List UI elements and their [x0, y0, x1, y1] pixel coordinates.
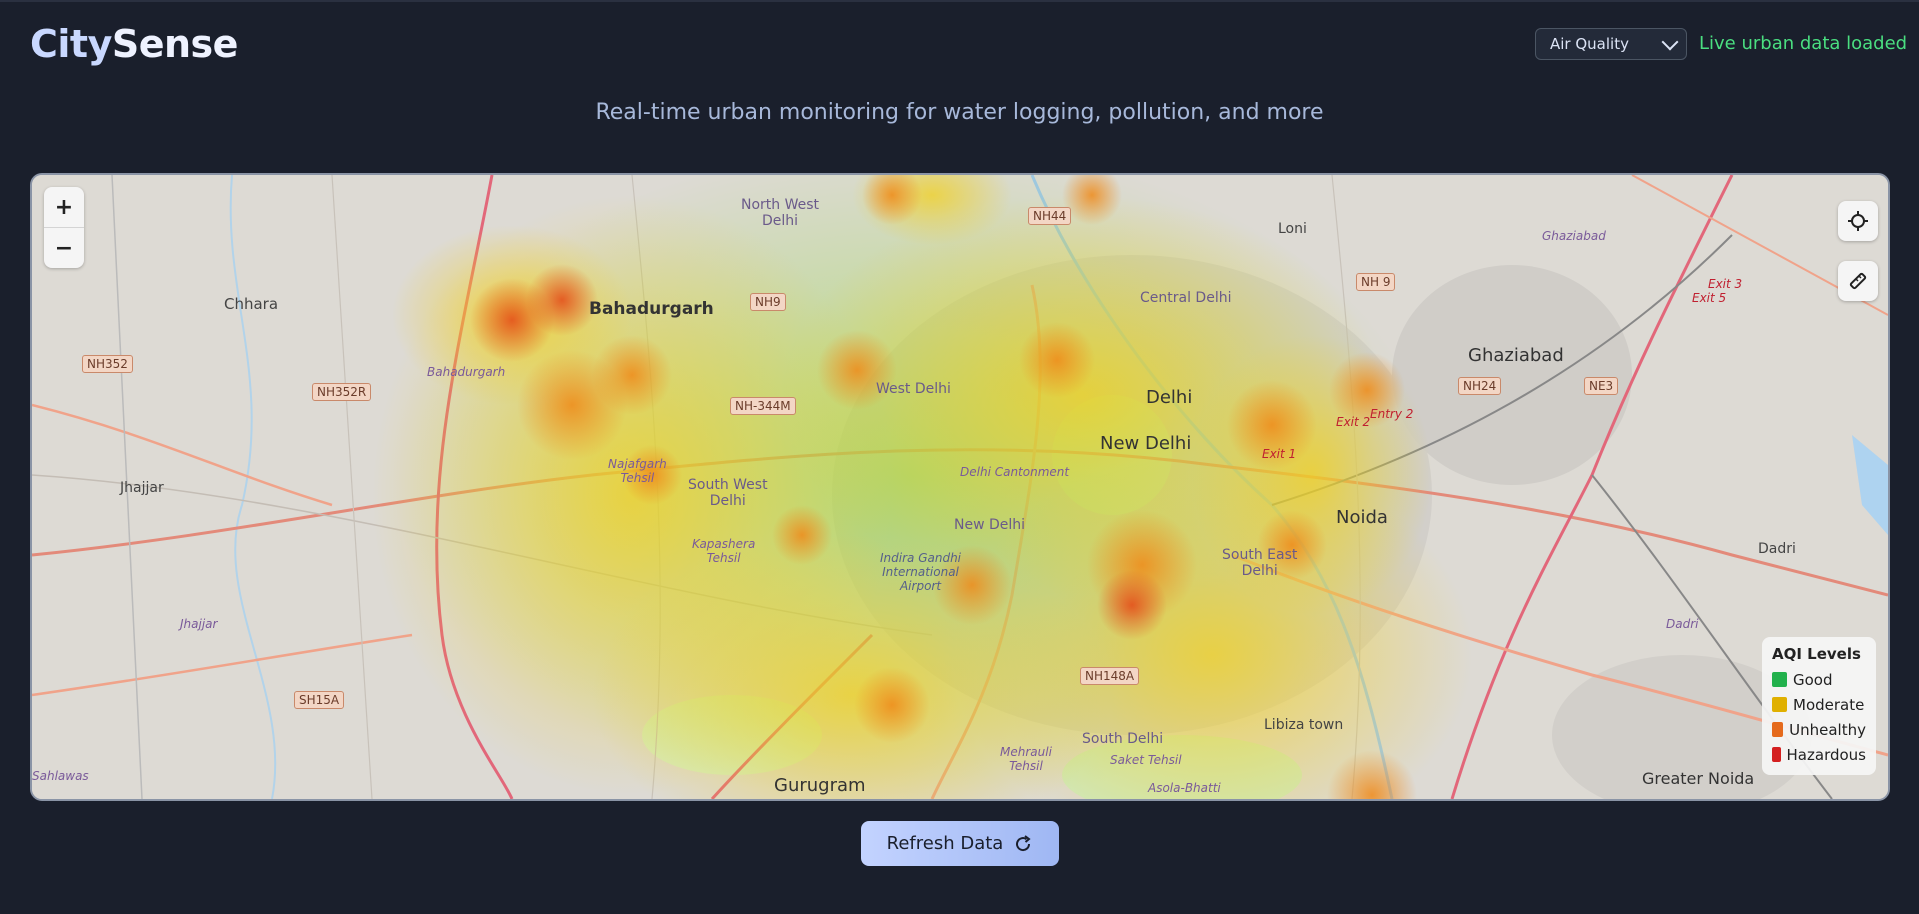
measure-button[interactable]: [1838, 261, 1878, 301]
label-dadri: Dadri: [1758, 541, 1796, 557]
label-new-delhi-district: New Delhi: [954, 517, 1026, 533]
label-south-east-delhi: South East Delhi: [1222, 547, 1298, 579]
label-bahadurgarh: Bahadurgarh: [589, 299, 714, 319]
label-mehrauli: Mehrauli Tehsil: [1000, 745, 1052, 773]
legend-label: Unhealthy: [1789, 720, 1866, 739]
label-exit-2: Exit 2: [1336, 415, 1371, 429]
map-view[interactable]: North West Delhi Chhara Bahadurgarh Baha…: [30, 173, 1890, 801]
legend-item: Moderate: [1772, 692, 1866, 717]
label-delhi-cantonment: Delhi Cantonment: [960, 465, 1070, 479]
label-chhara: Chhara: [224, 295, 279, 313]
zoom-out-button[interactable]: −: [44, 228, 84, 268]
label-new-delhi: New Delhi: [1100, 433, 1192, 454]
legend-title: AQI Levels: [1772, 645, 1861, 663]
legend-swatch: [1772, 672, 1787, 687]
label-sahlawas: Sahlawas: [32, 769, 89, 783]
locate-button[interactable]: [1838, 201, 1878, 241]
ruler-icon: [1849, 272, 1867, 290]
layer-select[interactable]: Air Quality: [1535, 28, 1687, 60]
legend-label: Moderate: [1793, 695, 1865, 714]
road-shield-nh9-east: NH 9: [1356, 273, 1396, 291]
label-dadri-tehsil: Dadri: [1666, 617, 1699, 631]
legend-swatch: [1772, 697, 1787, 712]
label-ghaziabad-tehsil: Ghaziabad: [1542, 229, 1606, 243]
status-text: Live urban data loaded: [1699, 33, 1908, 54]
label-entry-2: Entry 2: [1370, 407, 1414, 421]
road-shield-nh44: NH44: [1028, 207, 1072, 225]
legend-label: Hazardous: [1786, 745, 1866, 764]
legend-swatch: [1772, 747, 1781, 762]
road-shield-nh148a: NH148A: [1080, 667, 1140, 685]
top-border: [0, 0, 1919, 2]
label-south-delhi: South Delhi: [1082, 731, 1164, 747]
refresh-data-button[interactable]: Refresh Data: [861, 821, 1059, 866]
crosshair-icon: [1848, 211, 1868, 231]
label-ghaziabad: Ghaziabad: [1468, 345, 1564, 366]
label-delhi: Delhi: [1146, 387, 1193, 408]
refresh-icon: [1016, 834, 1031, 851]
label-greater-noida: Greater Noida: [1642, 769, 1755, 788]
logo-part-city: City: [30, 22, 112, 66]
refresh-label: Refresh Data: [886, 833, 1004, 854]
label-west-delhi: West Delhi: [876, 381, 951, 397]
road-shield-nh344m: NH-344M: [730, 397, 796, 415]
label-jhajjar: Jhajjar: [120, 480, 164, 496]
label-north-west-delhi: North West Delhi: [741, 197, 820, 229]
label-noida: Noida: [1336, 507, 1388, 528]
page-subtitle: Real-time urban monitoring for water log…: [595, 100, 1324, 125]
logo-part-sense: Sense: [111, 22, 239, 66]
label-exit-5: Exit 5: [1692, 291, 1727, 305]
aqi-legend: AQI Levels Good Moderate Unhealthy Hazar…: [1762, 637, 1876, 775]
label-jhajjar-tehsil: Jhajjar: [180, 617, 218, 631]
label-exit-3: Exit 3: [1708, 277, 1743, 291]
zoom-in-button[interactable]: +: [44, 187, 84, 227]
road-shield-nh9-west: NH9: [750, 293, 786, 311]
label-asola: Asola-Bhatti: [1148, 781, 1221, 795]
label-south-west-delhi: South West Delhi: [688, 477, 768, 509]
legend-swatch: [1772, 722, 1784, 737]
zoom-controls: + −: [44, 187, 84, 268]
label-exit-1: Exit 1: [1262, 447, 1297, 461]
legend-item: Unhealthy: [1772, 717, 1866, 742]
road-shield-nh352: NH352: [82, 355, 133, 373]
legend-label: Good: [1793, 670, 1833, 689]
legend-item: Hazardous: [1772, 742, 1866, 767]
app-logo[interactable]: CitySense: [30, 22, 238, 66]
road-shield-ne3: NE3: [1584, 377, 1619, 395]
label-central-delhi: Central Delhi: [1140, 290, 1232, 306]
label-bahadurgarh-tehsil: Bahadurgarh: [427, 365, 506, 379]
label-libiza-town: Libiza town: [1264, 717, 1344, 733]
label-gurugram: Gurugram: [774, 775, 866, 796]
layer-select-value: Air Quality: [1550, 35, 1629, 53]
legend-item: Good: [1772, 667, 1866, 692]
label-saket: Saket Tehsil: [1110, 753, 1182, 767]
road-shield-sh15a: SH15A: [294, 691, 345, 709]
label-igi-airport: Indira Gandhi International Airport: [880, 551, 962, 593]
road-shield-nh352r: NH352R: [312, 383, 372, 401]
label-kapashera: Kapashera Tehsil: [692, 537, 756, 565]
label-loni: Loni: [1278, 221, 1307, 237]
label-najafgarh: Najafgarh Tehsil: [608, 457, 667, 485]
road-shield-nh24: NH24: [1458, 377, 1502, 395]
chevron-down-icon: [1661, 33, 1679, 50]
